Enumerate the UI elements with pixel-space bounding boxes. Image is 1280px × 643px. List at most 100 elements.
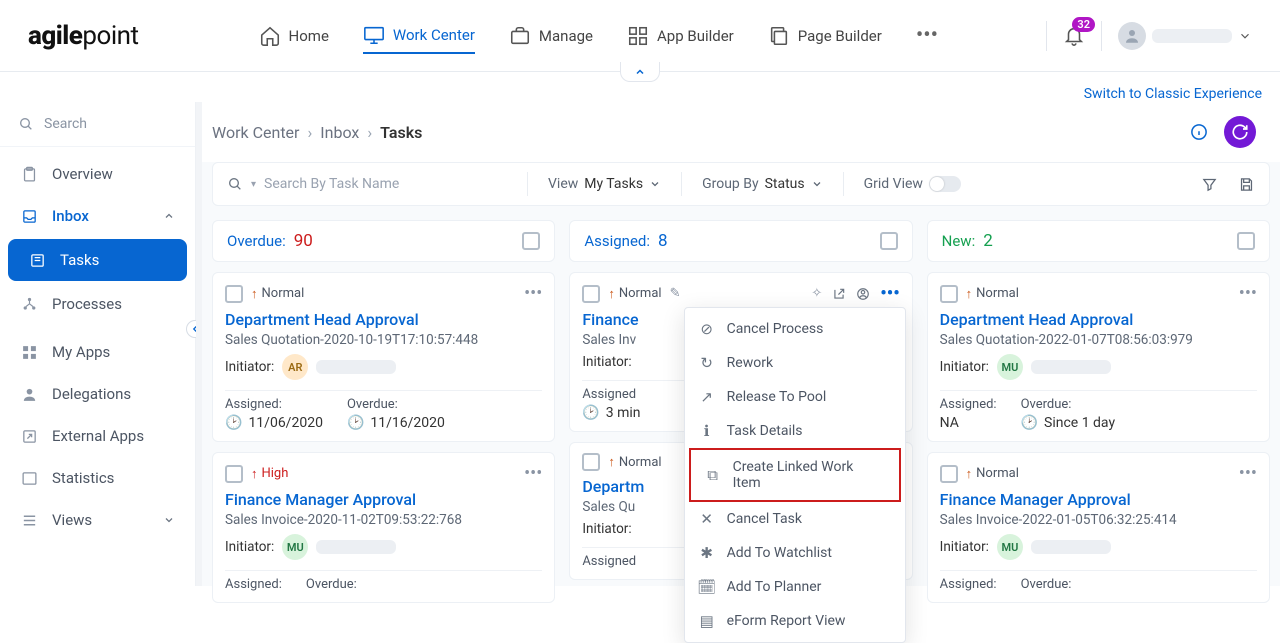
ctx-create-linked[interactable]: ⧉Create Linked Work Item	[689, 448, 901, 502]
task-priority: ↑Normal	[966, 466, 1019, 482]
board-label: Assigned:	[584, 232, 650, 250]
task-title[interactable]: Finance Manager Approval	[225, 490, 542, 509]
expand-handle[interactable]	[620, 62, 660, 82]
sidebar-item-delegations[interactable]: Delegations	[0, 373, 195, 415]
ctx-eform[interactable]: ▤eForm Report View	[685, 604, 905, 638]
board-overdue: Overdue: 90 ↑Normal ••• Department Head …	[212, 220, 555, 603]
save-icon[interactable]	[1238, 176, 1255, 193]
ctx-cancel-process[interactable]: ⊘Cancel Process	[685, 312, 905, 346]
sidebar-item-tasks[interactable]: Tasks	[8, 239, 187, 281]
breadcrumb-separator: ›	[367, 123, 372, 142]
board-assigned: Assigned: 8 ↑Normal ✎ ✧	[569, 220, 912, 603]
breadcrumb-item[interactable]: Inbox	[320, 123, 359, 142]
search-icon	[18, 116, 34, 132]
task-priority: ↑Normal	[966, 286, 1019, 302]
calendar-icon: 🗓	[699, 579, 715, 595]
task-title[interactable]: Department Head Approval	[940, 310, 1257, 329]
ctx-watchlist[interactable]: ✱Add To Watchlist	[685, 536, 905, 570]
ctx-release[interactable]: ↗Release To Pool	[685, 380, 905, 414]
notifications-button[interactable]: 32	[1063, 25, 1085, 47]
breadcrumb-tools	[1190, 116, 1270, 148]
initiator-name-redacted	[1031, 360, 1111, 374]
edit-icon[interactable]: ✎	[670, 286, 681, 301]
card-more-icon[interactable]: •••	[1239, 463, 1257, 484]
card-more-icon[interactable]: •••	[1239, 283, 1257, 304]
view-selector[interactable]: View My Tasks	[548, 176, 661, 192]
sidebar-item-views[interactable]: Views	[0, 499, 195, 541]
nav-home[interactable]: Home	[259, 19, 329, 53]
divider	[1101, 21, 1102, 51]
board-label: New:	[942, 232, 976, 250]
sidebar-item-myapps[interactable]: My Apps	[0, 331, 195, 373]
divider	[527, 172, 528, 196]
sidebar-item-statistics[interactable]: Statistics	[0, 457, 195, 499]
ctx-rework[interactable]: ↻Rework	[685, 346, 905, 380]
select-all-checkbox[interactable]	[522, 232, 540, 250]
open-external-icon[interactable]	[832, 287, 846, 301]
task-card[interactable]: ↑High ••• Finance Manager Approval Sales…	[212, 452, 555, 603]
breadcrumb-separator: ›	[307, 123, 312, 142]
task-card[interactable]: ↑Normal ✎ ✧ ••• Fin	[569, 272, 912, 432]
task-checkbox[interactable]	[940, 465, 958, 483]
logo-text-main: agile	[28, 21, 82, 51]
task-checkbox[interactable]	[582, 285, 600, 303]
card-meta: Assigned: 🕑11/06/2020 Overdue: 🕑11/16/20…	[225, 397, 542, 431]
task-title[interactable]: Department Head Approval	[225, 310, 542, 329]
sidebar-item-processes[interactable]: Processes	[0, 283, 195, 325]
info-icon[interactable]	[1190, 123, 1208, 141]
task-checkbox[interactable]	[940, 285, 958, 303]
board-header-assigned: Assigned: 8	[569, 220, 912, 262]
ctx-details[interactable]: ℹTask Details	[685, 414, 905, 448]
initiator-badge: MU	[997, 534, 1023, 560]
assigned-label: Assigned	[582, 387, 640, 402]
sidebar-item-inbox[interactable]: Inbox	[0, 195, 195, 237]
user-icon[interactable]	[856, 287, 870, 301]
initiator-label: Initiator:	[225, 359, 274, 375]
sidebar-item-overview[interactable]: Overview	[0, 153, 195, 195]
apps-icon	[20, 343, 38, 361]
sidebar-search[interactable]: Search	[0, 102, 195, 147]
filter-icon[interactable]	[1201, 176, 1218, 193]
task-checkbox[interactable]	[582, 453, 600, 471]
task-checkbox[interactable]	[225, 465, 243, 483]
expand-icon[interactable]: ✧	[811, 286, 822, 301]
select-all-checkbox[interactable]	[1237, 232, 1255, 250]
groupby-selector[interactable]: Group By Status	[702, 176, 823, 192]
switch-experience-link[interactable]: Switch to Classic Experience	[1084, 86, 1262, 102]
sidebar-item-external[interactable]: External Apps	[0, 415, 195, 457]
breadcrumb-item[interactable]: Work Center	[212, 123, 299, 142]
reload-button[interactable]	[1224, 116, 1256, 148]
assigned-value: 11/06/2020	[248, 415, 323, 431]
task-priority: ↑Normal	[251, 286, 304, 302]
task-search[interactable]: ▾ Search By Task Name	[227, 176, 507, 192]
logo-text-suffix: point	[82, 21, 138, 51]
chevron-down-icon: ▾	[251, 179, 256, 190]
ctx-cancel-task[interactable]: ✕Cancel Task	[685, 502, 905, 536]
task-card[interactable]: ↑Normal ••• Department Head Approval Sal…	[212, 272, 555, 442]
nav-more[interactable]: •••	[916, 23, 938, 48]
user-menu[interactable]	[1118, 22, 1252, 50]
nav-manage[interactable]: Manage	[509, 19, 593, 53]
toggle-switch[interactable]	[929, 176, 961, 192]
task-card[interactable]: ↑Normal ••• Finance Manager Approval Sal…	[927, 452, 1270, 603]
task-card[interactable]: ↑Normal ••• Department Head Approval Sal…	[927, 272, 1270, 442]
nav-work-center[interactable]: Work Center	[363, 18, 475, 54]
gridview-toggle[interactable]: Grid View	[864, 176, 961, 192]
cancel-icon: ✕	[699, 511, 715, 527]
user-name-redacted	[1152, 29, 1232, 43]
nav-page-builder[interactable]: Page Builder	[768, 19, 882, 53]
ctx-planner[interactable]: 🗓Add To Planner	[685, 570, 905, 604]
task-checkbox[interactable]	[225, 285, 243, 303]
initiator-row: Initiator: MU	[940, 534, 1257, 560]
home-icon	[259, 25, 281, 47]
task-title[interactable]: Finance Manager Approval	[940, 490, 1257, 509]
card-more-icon[interactable]: •••	[524, 463, 542, 484]
card-meta: Assigned: Overdue:	[225, 577, 542, 592]
card-more-icon[interactable]: •••	[524, 283, 542, 304]
select-all-checkbox[interactable]	[880, 232, 898, 250]
clock-icon: 🕑	[225, 415, 242, 431]
nav-app-builder[interactable]: App Builder	[627, 19, 734, 53]
notification-count: 32	[1072, 17, 1095, 32]
sidebar-search-placeholder: Search	[44, 116, 87, 132]
card-more-icon[interactable]: •••	[880, 283, 899, 304]
